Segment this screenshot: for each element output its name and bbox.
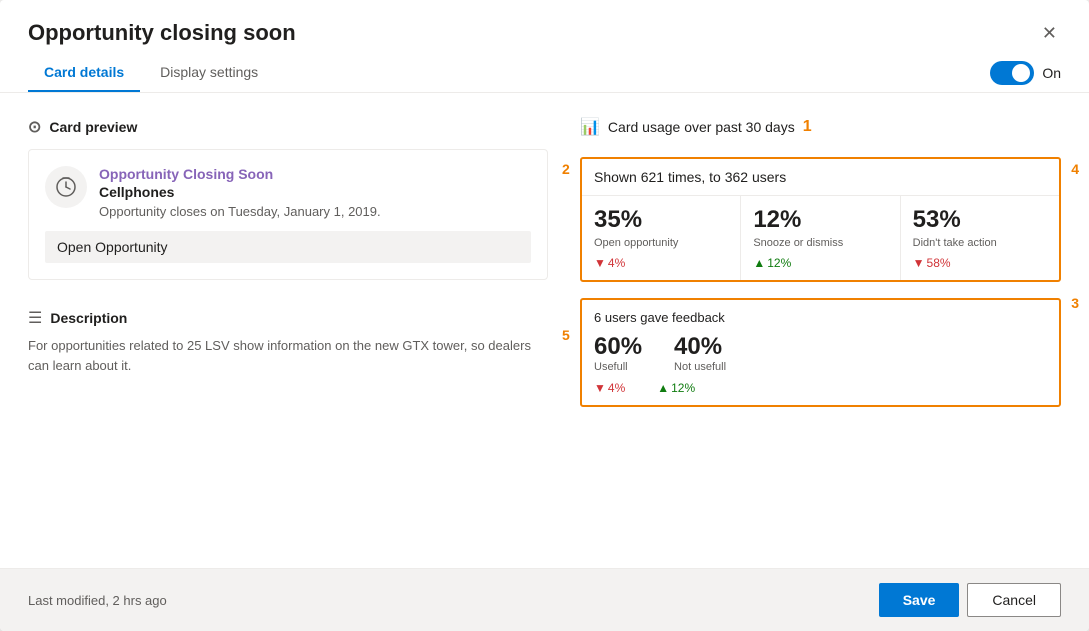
- up-arrow-1: ▲: [753, 256, 765, 270]
- stat-change-2: ▼ 58%: [913, 256, 1047, 270]
- feedback-header: 6 users gave feedback: [594, 310, 1047, 325]
- annotation-3: 3: [1071, 295, 1079, 311]
- feedback-stat-1: 40% Not usefull: [674, 333, 726, 373]
- description-header: ☰ Description: [28, 308, 548, 328]
- dialog-footer: Last modified, 2 hrs ago Save Cancel: [0, 568, 1089, 631]
- card-icon-circle: [45, 166, 87, 208]
- card-preview-box: Opportunity Closing Soon Cellphones Oppo…: [28, 149, 548, 280]
- shown-row: Shown 621 times, to 362 users: [582, 159, 1059, 196]
- feedback-stats: 60% Usefull 40% Not usefull: [594, 333, 1047, 373]
- stat-change-0: ▼ 4%: [594, 256, 728, 270]
- stat-cell-0: 35% Open opportunity ▼ 4%: [582, 196, 741, 280]
- card-preview-header: ⊙ Card preview: [28, 117, 548, 137]
- tabs-row: Card details Display settings On: [0, 54, 1089, 93]
- stat-pct-2: 53%: [913, 206, 1047, 234]
- feedback-box: 6 users gave feedback 60% Usefull 40% No…: [580, 298, 1061, 407]
- tab-display-settings[interactable]: Display settings: [144, 54, 274, 92]
- footer-modified: Last modified, 2 hrs ago: [28, 593, 167, 608]
- down-arrow-f0: ▼: [594, 381, 606, 395]
- stat-label-0: Open opportunity: [594, 236, 728, 250]
- dialog: Opportunity closing soon ✕ Card details …: [0, 0, 1089, 631]
- toggle-label: On: [1042, 65, 1061, 81]
- open-opportunity-button[interactable]: Open Opportunity: [45, 231, 531, 263]
- card-body-text: Opportunity closes on Tuesday, January 1…: [99, 204, 531, 219]
- toggle-row: On: [990, 61, 1061, 85]
- usage-title: Card usage over past 30 days: [608, 119, 795, 135]
- stat-cell-2: 53% Didn't take action ▼ 58%: [901, 196, 1059, 280]
- feedback-stat-0: 60% Usefull: [594, 333, 642, 373]
- feedback-change-0: ▼ 4%: [594, 381, 625, 395]
- footer-actions: Save Cancel: [879, 583, 1061, 617]
- stats-box: Shown 621 times, to 362 users 35% Open o…: [580, 157, 1061, 282]
- stat-change-1: ▲ 12%: [753, 256, 887, 270]
- feedback-pct-1: 40%: [674, 333, 726, 361]
- tab-card-details[interactable]: Card details: [28, 54, 140, 92]
- save-button[interactable]: Save: [879, 583, 960, 617]
- dialog-header: Opportunity closing soon ✕: [0, 0, 1089, 46]
- dialog-title: Opportunity closing soon: [28, 20, 296, 46]
- card-text-block: Opportunity Closing Soon Cellphones Oppo…: [99, 166, 531, 219]
- down-arrow-0: ▼: [594, 256, 606, 270]
- preview-icon: ⊙: [28, 117, 41, 137]
- dialog-body: ⊙ Card preview: [0, 93, 1089, 568]
- stats-row: 35% Open opportunity ▼ 4% 12% Snooze or …: [582, 196, 1059, 280]
- cancel-button[interactable]: Cancel: [967, 583, 1061, 617]
- up-arrow-f1: ▲: [657, 381, 669, 395]
- annotation-1: 1: [803, 118, 812, 136]
- close-button[interactable]: ✕: [1038, 20, 1061, 46]
- annotation-2: 2: [562, 161, 570, 177]
- card-preview-label: Card preview: [49, 119, 137, 135]
- left-panel: ⊙ Card preview: [28, 117, 548, 544]
- stat-pct-0: 35%: [594, 206, 728, 234]
- toggle-switch[interactable]: [990, 61, 1034, 85]
- down-arrow-2: ▼: [913, 256, 925, 270]
- stat-label-2: Didn't take action: [913, 236, 1047, 250]
- usage-header: 📊 Card usage over past 30 days 1: [580, 117, 1061, 137]
- timer-icon: [55, 176, 77, 198]
- annotation-4: 4: [1071, 161, 1079, 177]
- description-section: ☰ Description For opportunities related …: [28, 308, 548, 375]
- usage-icon: 📊: [580, 117, 600, 137]
- right-panel: 📊 Card usage over past 30 days 1 2 4 Sho…: [580, 117, 1061, 544]
- toggle-slider: [990, 61, 1034, 85]
- card-preview-inner: Opportunity Closing Soon Cellphones Oppo…: [45, 166, 531, 219]
- feedback-changes: ▼ 4% ▲ 12%: [594, 381, 1047, 395]
- card-title[interactable]: Opportunity Closing Soon: [99, 166, 531, 182]
- stat-pct-1: 12%: [753, 206, 887, 234]
- feedback-change-1: ▲ 12%: [657, 381, 695, 395]
- description-text: For opportunities related to 25 LSV show…: [28, 336, 548, 375]
- description-icon: ☰: [28, 308, 42, 328]
- feedback-pct-0: 60%: [594, 333, 642, 361]
- card-subtitle: Cellphones: [99, 184, 531, 200]
- feedback-label-0: Usefull: [594, 361, 642, 373]
- tabs: Card details Display settings: [28, 54, 278, 92]
- stat-cell-1: 12% Snooze or dismiss ▲ 12%: [741, 196, 900, 280]
- stat-label-1: Snooze or dismiss: [753, 236, 887, 250]
- annotation-5: 5: [562, 327, 570, 343]
- card-preview-section: ⊙ Card preview: [28, 117, 548, 280]
- description-title: Description: [50, 310, 127, 326]
- feedback-label-1: Not usefull: [674, 361, 726, 373]
